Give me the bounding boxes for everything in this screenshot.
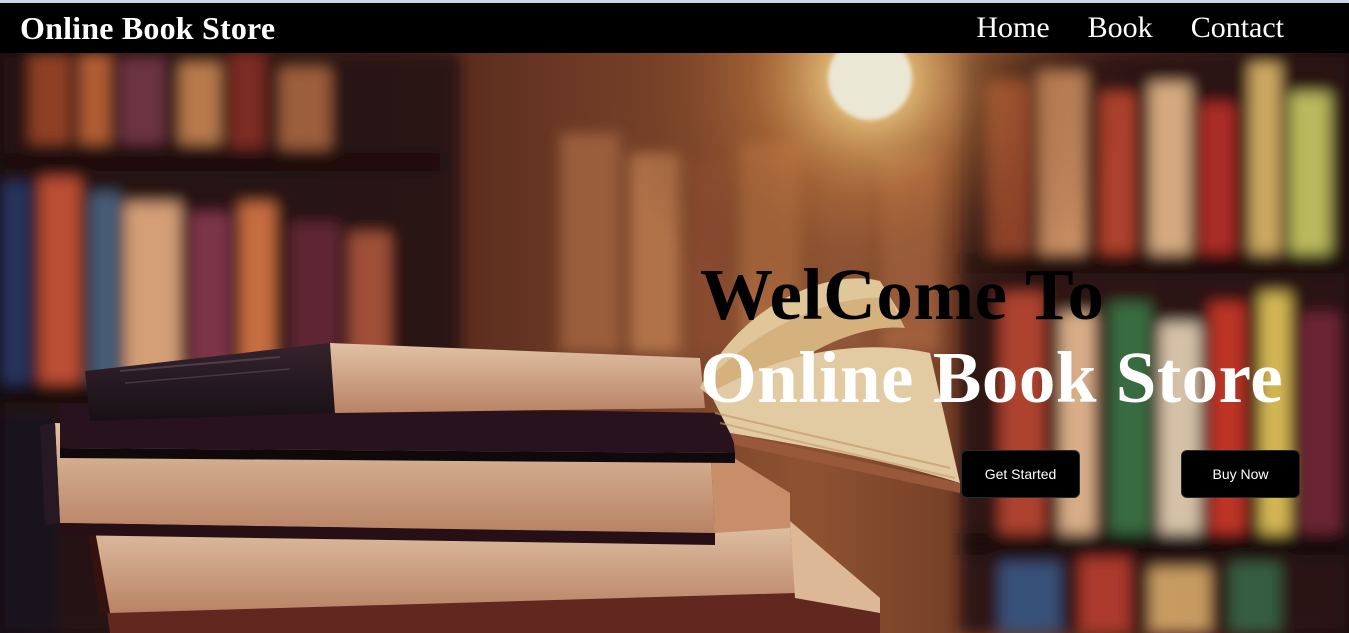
hero-heading: WelCome To Online Book Store xyxy=(700,258,1283,414)
hero-heading-line1: WelCome To xyxy=(700,254,1105,335)
nav-links: Home Book Contact xyxy=(938,11,1284,45)
nav-link-contact[interactable]: Contact xyxy=(1191,11,1284,45)
nav-link-home[interactable]: Home xyxy=(976,11,1049,45)
hero-heading-line2: Online Book Store xyxy=(700,337,1284,418)
nav-link-book[interactable]: Book xyxy=(1088,11,1153,45)
navbar: Online Book Store Home Book Contact xyxy=(0,3,1349,53)
get-started-button[interactable]: Get Started xyxy=(961,450,1080,498)
buy-now-button[interactable]: Buy Now xyxy=(1181,450,1300,498)
hero-section: WelCome To Online Book Store Get Started… xyxy=(0,53,1349,633)
site-logo-text[interactable]: Online Book Store xyxy=(20,10,275,47)
